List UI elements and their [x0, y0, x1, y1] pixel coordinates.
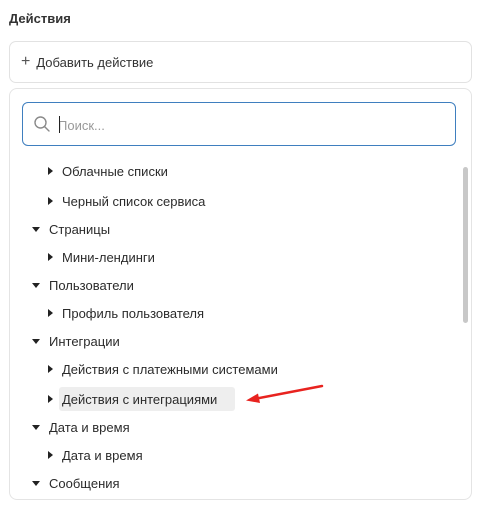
tree-group-label: Сообщения [49, 475, 120, 491]
tree-item-date-time[interactable]: Дата и время [48, 444, 143, 466]
tree-item-payment-actions[interactable]: Действия с платежными системами [48, 358, 278, 380]
tree-item-user-profile[interactable]: Профиль пользователя [48, 302, 204, 324]
tree-item-label: Действия с платежными системами [62, 361, 278, 377]
search-box[interactable] [22, 102, 456, 146]
search-input[interactable] [58, 115, 438, 135]
tree-group-label: Дата и время [49, 419, 130, 435]
triangle-right-icon [48, 309, 53, 317]
tree-group-label: Пользователи [49, 277, 134, 293]
triangle-right-icon [48, 197, 53, 205]
tree-group-label: Интеграции [49, 333, 120, 349]
triangle-right-icon [48, 365, 53, 373]
tree-item-label: Мини-лендинги [62, 249, 155, 265]
tree-item-label: Черный список сервиса [62, 193, 206, 209]
text-cursor [59, 116, 60, 133]
tree-group-messages[interactable]: Сообщения [32, 472, 120, 494]
tree-item-service-blacklist[interactable]: Черный список сервиса [48, 190, 205, 212]
tree-item-mini-landings[interactable]: Мини-лендинги [48, 246, 155, 268]
scrollbar-thumb[interactable] [463, 167, 468, 323]
plus-icon: + [21, 53, 31, 70]
tree-item-integration-actions[interactable]: Действия с интеграциями [48, 388, 217, 410]
tree-group-integrations[interactable]: Интеграции [32, 330, 120, 352]
tree-group-users[interactable]: Пользователи [32, 274, 134, 296]
triangle-right-icon [48, 395, 53, 403]
triangle-down-icon [32, 338, 40, 344]
tree-item-label: Облачные списки [62, 163, 168, 179]
tree-item-label: Действия с интеграциями [62, 391, 218, 407]
tree-group-pages[interactable]: Страницы [32, 218, 110, 240]
search-icon [34, 116, 50, 132]
triangle-down-icon [32, 424, 40, 430]
tree-item-cloud-lists[interactable]: Облачные списки [48, 160, 168, 182]
tree-item-label: Дата и время [62, 447, 143, 463]
triangle-right-icon [48, 451, 53, 459]
red-arrow-icon [246, 384, 324, 403]
add-action-button[interactable]: + Добавить действие [9, 41, 472, 83]
add-action-label: Добавить действие [36, 54, 154, 70]
triangle-down-icon [32, 282, 40, 288]
triangle-down-icon [32, 226, 40, 232]
triangle-right-icon [48, 167, 53, 175]
section-title: Действия [9, 11, 71, 26]
tree-item-label: Профиль пользователя [62, 305, 205, 321]
triangle-down-icon [32, 480, 40, 486]
actions-dropdown: Облачные списки Черный список сервиса Ст… [9, 88, 472, 500]
triangle-right-icon [48, 253, 53, 261]
tree-group-date-time[interactable]: Дата и время [32, 416, 130, 438]
tree-group-label: Страницы [49, 221, 111, 237]
